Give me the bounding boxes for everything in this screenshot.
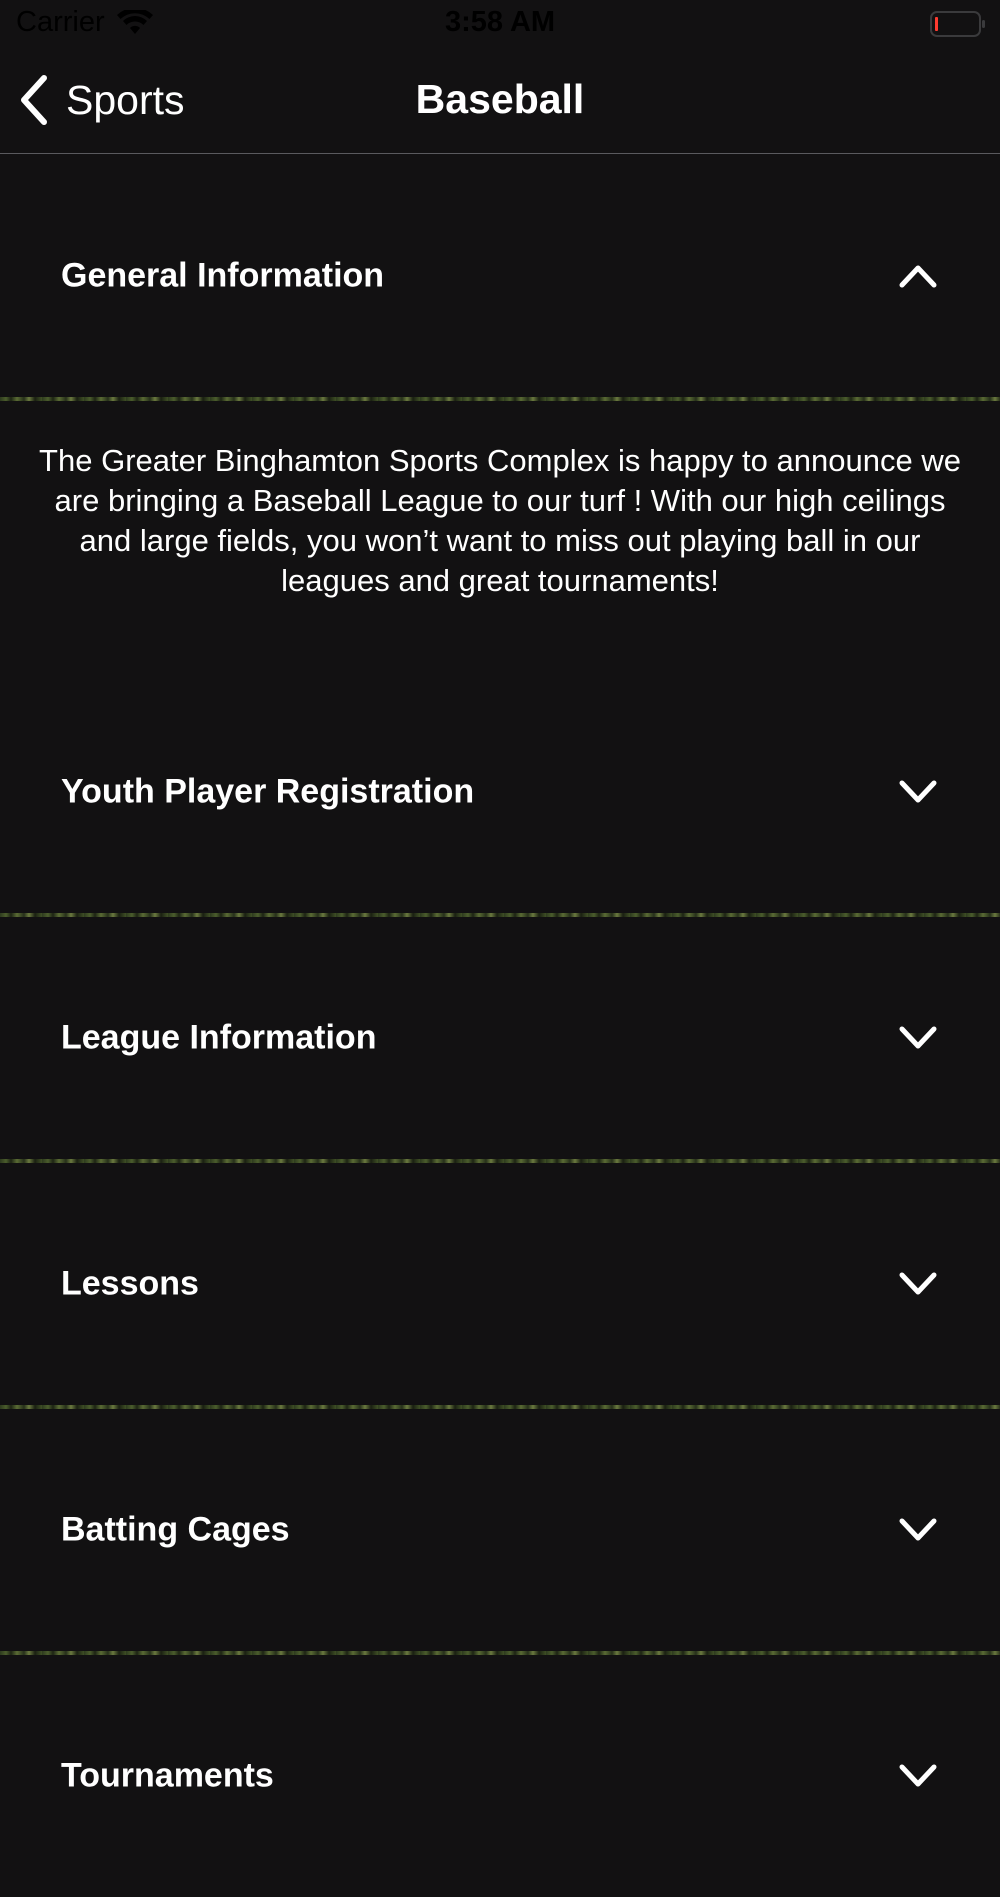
chevron-down-icon[interactable]: [898, 1271, 938, 1297]
status-bar: Carrier 3:58 AM: [0, 0, 1000, 50]
chevron-up-icon[interactable]: [898, 263, 938, 289]
section-header-league-information[interactable]: League Information: [0, 917, 1000, 1159]
chevron-down-icon[interactable]: [898, 1763, 938, 1789]
section-header-batting-cages[interactable]: Batting Cages: [0, 1409, 1000, 1651]
status-time: 3:58 AM: [444, 6, 556, 38]
section-title: Youth Player Registration: [61, 772, 475, 811]
chevron-down-icon[interactable]: [898, 1025, 938, 1051]
page-title: Baseball: [415, 76, 585, 122]
section-header-general-information[interactable]: General Information: [0, 155, 1000, 397]
chevron-down-icon[interactable]: [898, 1517, 938, 1543]
chevron-down-icon[interactable]: [898, 779, 938, 805]
section-header-youth-player-registration[interactable]: Youth Player Registration: [0, 671, 1000, 913]
section-body-general-information: The Greater Binghamton Sports Complex is…: [39, 443, 961, 598]
section-title: League Information: [61, 1018, 377, 1057]
section-title: General Information: [61, 256, 385, 295]
section-header-lessons[interactable]: Lessons: [0, 1163, 1000, 1405]
navigation-bar: Sports Baseball: [0, 50, 1000, 154]
battery-low-icon: [930, 11, 985, 37]
section-header-tournaments[interactable]: Tournaments: [0, 1655, 1000, 1897]
section-title: Batting Cages: [61, 1510, 290, 1549]
section-title: Lessons: [61, 1264, 199, 1303]
accordion-list: General Information The Greater Binghamt…: [0, 155, 1000, 1897]
section-title: Tournaments: [61, 1756, 274, 1795]
